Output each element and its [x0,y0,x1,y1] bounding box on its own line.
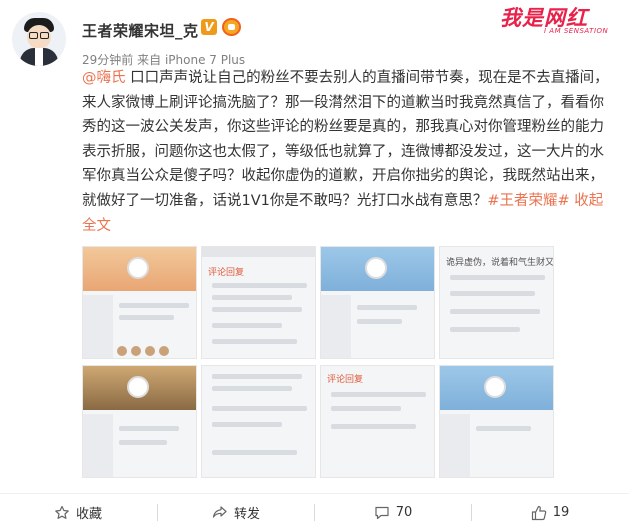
post-text: @嗨氏 口口声声说让自己的粉丝不要去别人的直播间带节奏，现在是不去直播间，来人家… [82,66,610,238]
thumbnail-image[interactable]: 诡异虚伪，说着和气生财又在运 [439,246,554,359]
thumbs-up-icon [531,505,547,521]
verified-badge-icon[interactable]: V [201,19,217,35]
repost-button[interactable]: 转发 [158,494,314,530]
favorite-button[interactable]: 收藏 [0,494,156,530]
thumbnail-image[interactable]: 评论回复 [320,365,435,478]
mention-link[interactable]: @嗨氏 [82,70,126,86]
thumbnail-image[interactable] [201,365,316,478]
post-body: 口口声声说让自己的粉丝不要去别人的直播间带节奏，现在是不去直播间，来人家微博上刷… [82,70,609,209]
comment-button[interactable]: 70 [315,494,471,530]
thumbnail-image[interactable] [82,246,197,359]
thumbnail-caption: 诡异虚伪，说着和气生财又在运 [446,258,554,268]
hashtag-link[interactable]: #王者荣耀# [487,193,569,209]
thumbnail-image[interactable]: 评论回复 [201,246,316,359]
thumbnail-caption: 评论回复 [208,268,245,278]
comment-icon [374,506,390,520]
post-source[interactable]: iPhone 7 Plus [165,53,245,67]
weibo-post: 王者荣耀宋坦_克 V 29分钟前 来自 iPhone 7 Plus 我是网红 I… [0,0,629,530]
thumbnail-caption: 评论回复 [327,375,364,385]
star-icon [54,505,70,521]
favorite-label: 收藏 [75,507,102,522]
thumbnail-image[interactable] [320,246,435,359]
repost-label: 转发 [233,507,260,522]
like-count: 19 [552,505,570,520]
action-toolbar: 收藏 转发 70 19 [0,493,629,530]
source-prefix: 来自 [137,53,162,67]
watermark-logo: 我是网红 I AM SENSATION [486,2,616,38]
avatar[interactable] [12,12,66,66]
member-badge-icon[interactable] [222,18,241,36]
post-time[interactable]: 29分钟前 [82,53,133,67]
like-button[interactable]: 19 [472,494,628,530]
author-name[interactable]: 王者荣耀宋坦_克 [82,20,199,41]
thumbnail-image[interactable] [82,365,197,478]
image-grid: 评论回复 诡异虚伪，说着和气生财又在运 [82,246,556,478]
watermark-subtext: I AM SENSATION [544,27,609,35]
comment-count: 70 [395,505,413,520]
share-icon [212,505,228,520]
thumbnail-image[interactable] [439,365,554,478]
